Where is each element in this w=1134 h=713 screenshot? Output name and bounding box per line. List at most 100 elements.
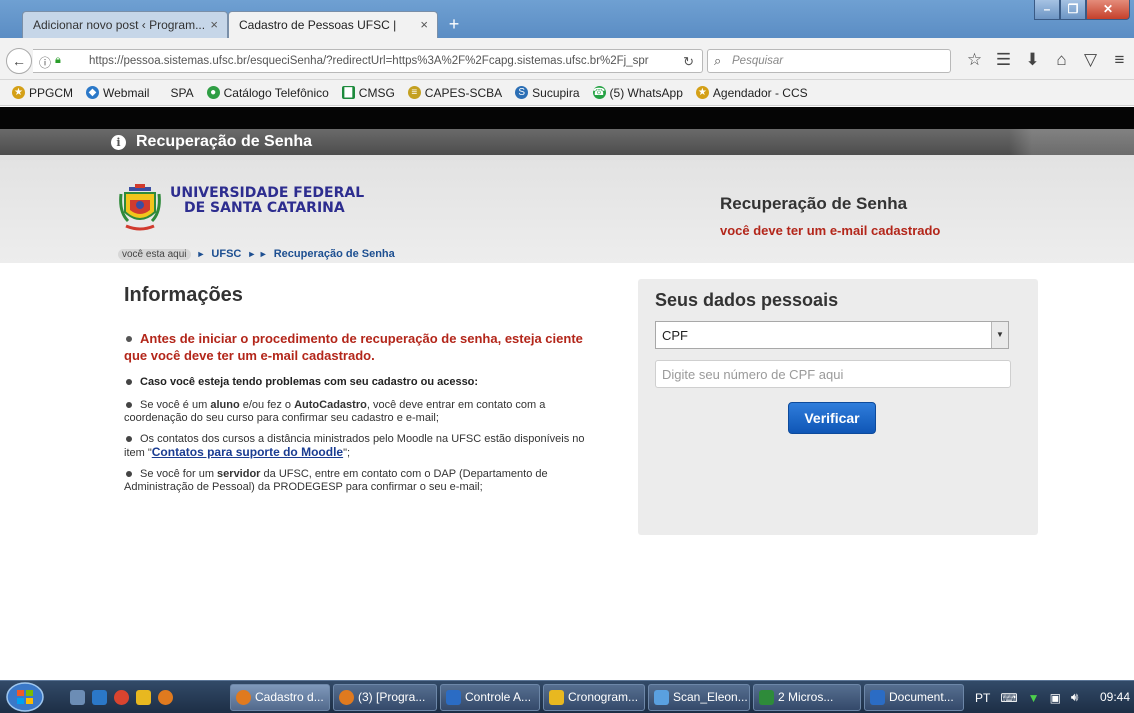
excel-icon	[759, 690, 774, 705]
image-viewer-icon	[654, 690, 669, 705]
url-text[interactable]: https://pessoa.sistemas.ufsc.br/esqueciS…	[89, 55, 649, 67]
university-name-line1: UNIVERSIDADE FEDERAL	[170, 185, 365, 201]
new-tab-button[interactable]: +	[444, 14, 464, 35]
bookmark-ppgcm[interactable]: ★ PPGCM	[12, 86, 73, 100]
bookmark-sucupira[interactable]: S Sucupira	[515, 85, 580, 100]
bookmark-agendador[interactable]: ★ Agendador - CCS	[695, 86, 808, 100]
system-tray: PT ⌨︎ ▼ ▣ 🔊︎	[975, 690, 1078, 705]
maximize-button[interactable]: ❐	[1060, 0, 1086, 20]
bookmark-label: PPGCM	[29, 85, 74, 100]
settings-icon[interactable]	[136, 690, 151, 705]
reload-icon[interactable]: ↻	[683, 54, 694, 70]
autocadastro-bold: AutoCadastro	[294, 399, 367, 411]
bullet-icon	[126, 470, 132, 477]
bullet-icon	[126, 401, 132, 408]
address-bar[interactable]: ⓘ 🔒︎ https://pessoa.sistemas.ufsc.br/esq…	[33, 49, 703, 73]
bullet-icon	[126, 336, 132, 343]
windows-taskbar: Cadastro d... (3) [Progra... Controle A.…	[0, 680, 1134, 713]
moodle-item: Os contatos dos cursos a distância minis…	[124, 433, 604, 460]
firefox-icon[interactable]	[158, 690, 173, 705]
chrome-icon[interactable]	[114, 690, 129, 705]
breadcrumb-link-ufsc[interactable]: UFSC	[211, 248, 241, 260]
word-icon	[870, 690, 885, 705]
tab-cadastro-pessoas[interactable]: Cadastro de Pessoas UFSC | ×	[228, 11, 438, 38]
bookmark-label: Sucupira	[532, 85, 580, 100]
lock-icon: 🔒︎	[55, 54, 61, 66]
breadcrumb-separator: ► ►	[247, 249, 268, 259]
bookmark-webmail[interactable]: ◆ Webmail	[86, 86, 149, 100]
ufsc-seal-logo[interactable]	[118, 184, 162, 234]
close-tab-icon[interactable]: ×	[210, 17, 218, 32]
pocket-icon[interactable]: ▽	[1076, 50, 1105, 70]
select-value: CPF	[662, 328, 688, 343]
taskbar-item-cadastro[interactable]: Cadastro d...	[230, 684, 330, 711]
cpf-input[interactable]	[655, 360, 1011, 388]
bookmark-cmsg[interactable]: ▇ CMSG	[341, 85, 395, 100]
task-label: Controle A...	[465, 690, 532, 704]
start-button-icon[interactable]	[3, 682, 55, 712]
bookmark-catalogo[interactable]: ● Catálogo Telefônico	[206, 85, 329, 100]
system-clock[interactable]: 09:44	[1100, 690, 1130, 704]
close-window-button[interactable]: ✕	[1086, 0, 1130, 20]
task-label: Cadastro d...	[255, 690, 324, 704]
university-name: UNIVERSIDADE FEDERAL DE SANTA CATARINA	[170, 186, 364, 216]
bookmark-whatsapp[interactable]: ☎︎ (5) WhatsApp	[592, 86, 683, 100]
taskbar-item-cronograma[interactable]: Cronogram...	[543, 684, 645, 711]
form-title: Seus dados pessoais	[655, 290, 839, 310]
download-icon[interactable]: ⬇︎	[1018, 50, 1047, 70]
menu-icon[interactable]: ≡	[1105, 50, 1134, 70]
task-label: 2 Micros...	[778, 690, 834, 704]
navigation-bar: ← ⓘ 🔒︎ https://pessoa.sistemas.ufsc.br/e…	[0, 38, 1134, 80]
whatsapp-icon: ☎︎	[592, 86, 606, 99]
explorer-icon[interactable]	[92, 690, 107, 705]
search-input[interactable]: ⌕ Pesquisar	[707, 49, 951, 73]
back-arrow-icon[interactable]: ←	[6, 48, 32, 74]
window-controls: – ❐ ✕	[1034, 0, 1130, 20]
verify-button[interactable]: Verificar	[788, 402, 876, 434]
page-title-bar: i Recuperação de Senha	[0, 129, 1134, 155]
aluno-text-mid: e/ou fez o	[239, 399, 295, 411]
warning-item: Antes de iniciar o procedimento de recup…	[124, 330, 604, 364]
tab-adicionar-post[interactable]: Adicionar novo post ‹ Program... ×	[22, 11, 228, 38]
bookmark-star-icon[interactable]: ☆	[960, 50, 989, 70]
firefox-icon	[236, 690, 251, 705]
page-title: Recuperação de Senha	[136, 133, 313, 150]
reading-list-icon[interactable]: ☰	[989, 50, 1018, 70]
bullet-icon	[126, 378, 132, 385]
aluno-bold: aluno	[210, 399, 240, 411]
browser-toolbar: ☆ ☰ ⬇︎ ⌂ ▽ ≡	[960, 50, 1134, 70]
capes-icon: ≡	[407, 86, 421, 99]
problems-text: Caso você esteja tendo problemas com seu…	[140, 376, 479, 388]
language-indicator[interactable]: PT	[975, 691, 990, 705]
show-desktop-icon[interactable]	[70, 690, 85, 705]
breadcrumb-link-recuperacao[interactable]: Recuperação de Senha	[274, 248, 395, 260]
taskbar-item-excel[interactable]: 2 Micros...	[753, 684, 861, 711]
bookmark-label: CMSG	[358, 85, 395, 100]
volume-icon[interactable]: 🔊︎	[1071, 690, 1079, 705]
header-subtitle: você deve ter um e-mail cadastrado	[720, 223, 941, 238]
bookmark-spa[interactable]: SPA	[170, 86, 193, 100]
bookmark-label: Webmail	[103, 85, 150, 100]
info-heading: Informações	[124, 284, 243, 306]
bookmark-capes[interactable]: ≡ CAPES-SCBA	[407, 86, 502, 100]
taskbar-item-scan[interactable]: Scan_Eleon...	[648, 684, 750, 711]
home-icon[interactable]: ⌂	[1047, 50, 1076, 70]
network-icon[interactable]: ▼	[1028, 691, 1040, 705]
chevron-down-icon[interactable]: ▼	[991, 322, 1008, 348]
display-icon[interactable]: ▣	[1050, 691, 1061, 705]
site-info-icon[interactable]: ⓘ	[39, 54, 51, 71]
globe-icon: ●	[206, 86, 220, 99]
keyboard-icon[interactable]: ⌨︎	[1000, 691, 1017, 705]
search-icon: ⌕	[714, 53, 722, 68]
search-placeholder: Pesquisar	[732, 55, 784, 67]
moodle-support-link[interactable]: Contatos para suporte do Moodle	[152, 445, 343, 459]
aluno-text-pre: Se você é um	[140, 399, 211, 411]
info-list: Antes de iniciar o procedimento de recup…	[124, 330, 604, 502]
close-tab-icon[interactable]: ×	[420, 17, 428, 32]
taskbar-item-progra[interactable]: (3) [Progra...	[333, 684, 437, 711]
document-type-select[interactable]: CPF ▼	[655, 321, 1009, 349]
bookmark-label: Catálogo Telefônico	[223, 85, 329, 100]
minimize-button[interactable]: –	[1034, 0, 1060, 20]
taskbar-item-controle[interactable]: Controle A...	[440, 684, 540, 711]
taskbar-item-document[interactable]: Document...	[864, 684, 964, 711]
